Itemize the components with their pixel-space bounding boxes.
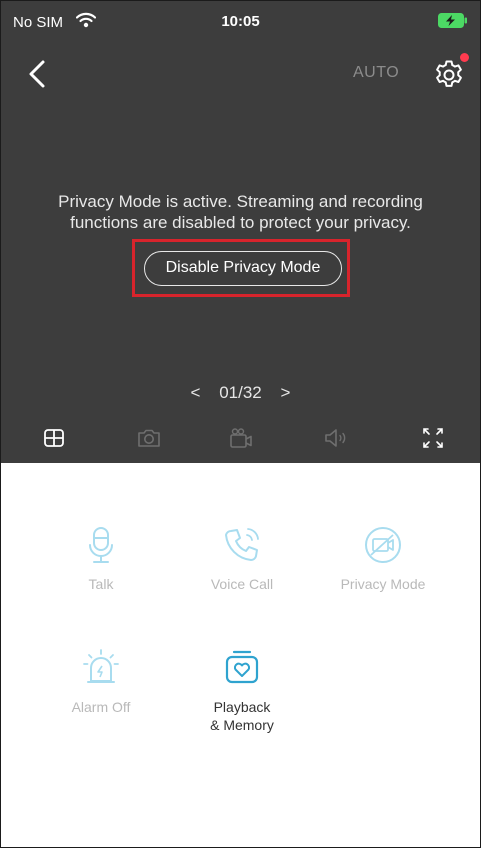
- playback-memory-button[interactable]: Playback & Memory: [172, 648, 312, 734]
- notification-dot: [460, 53, 469, 62]
- talk-button[interactable]: Talk: [31, 525, 171, 593]
- status-bar: No SIM 10:05: [1, 1, 480, 41]
- privacy-message-line1: Privacy Mode is active. Streaming and re…: [58, 192, 423, 211]
- playback-memory-label-line2: & Memory: [210, 717, 274, 733]
- clock: 10:05: [221, 13, 260, 30]
- camera-pager: < 01/32 >: [1, 382, 480, 403]
- gear-icon[interactable]: [433, 58, 465, 90]
- video-record-icon[interactable]: [228, 425, 254, 451]
- battery-charging-icon: [438, 13, 467, 28]
- voice-call-button[interactable]: Voice Call: [172, 525, 312, 593]
- back-button[interactable]: [27, 59, 47, 89]
- phone-call-icon: [225, 528, 259, 561]
- privacy-message-line2: functions are disabled to protect your p…: [70, 213, 411, 232]
- pager-counter: 01/32: [219, 382, 262, 402]
- playback-memory-label-line1: Playback: [213, 699, 271, 715]
- app-screen: No SIM 10:05 AUTO Privacy Mode is active…: [0, 0, 481, 848]
- camera-view: No SIM 10:05 AUTO Privacy Mode is active…: [1, 1, 480, 463]
- alarm-off-label: Alarm Off: [71, 699, 131, 715]
- microphone-icon: [89, 527, 113, 563]
- auto-mode-label[interactable]: AUTO: [353, 64, 399, 82]
- privacy-mode-label: Privacy Mode: [340, 576, 426, 592]
- fullscreen-icon[interactable]: [420, 425, 446, 451]
- talk-label: Talk: [88, 576, 114, 592]
- playback-memory-icon: [225, 650, 259, 684]
- voice-call-label: Voice Call: [210, 576, 274, 592]
- disable-privacy-mode-button[interactable]: Disable Privacy Mode: [144, 251, 342, 286]
- control-panel: Talk Voice Call Privacy Mode Alarm Off P…: [1, 463, 480, 847]
- camera-toolbar: [1, 425, 480, 453]
- camera-icon[interactable]: [136, 425, 162, 451]
- alarm-off-button[interactable]: Alarm Off: [31, 648, 171, 716]
- pager-prev-button[interactable]: <: [177, 383, 215, 403]
- privacy-message: Privacy Mode is active. Streaming and re…: [1, 191, 480, 233]
- privacy-camera-off-icon: [365, 527, 401, 563]
- speaker-icon[interactable]: [323, 425, 349, 451]
- siren-alarm-icon: [83, 649, 119, 683]
- pager-next-button[interactable]: >: [267, 383, 305, 403]
- grid-icon[interactable]: [41, 425, 67, 451]
- privacy-mode-button[interactable]: Privacy Mode: [313, 525, 453, 593]
